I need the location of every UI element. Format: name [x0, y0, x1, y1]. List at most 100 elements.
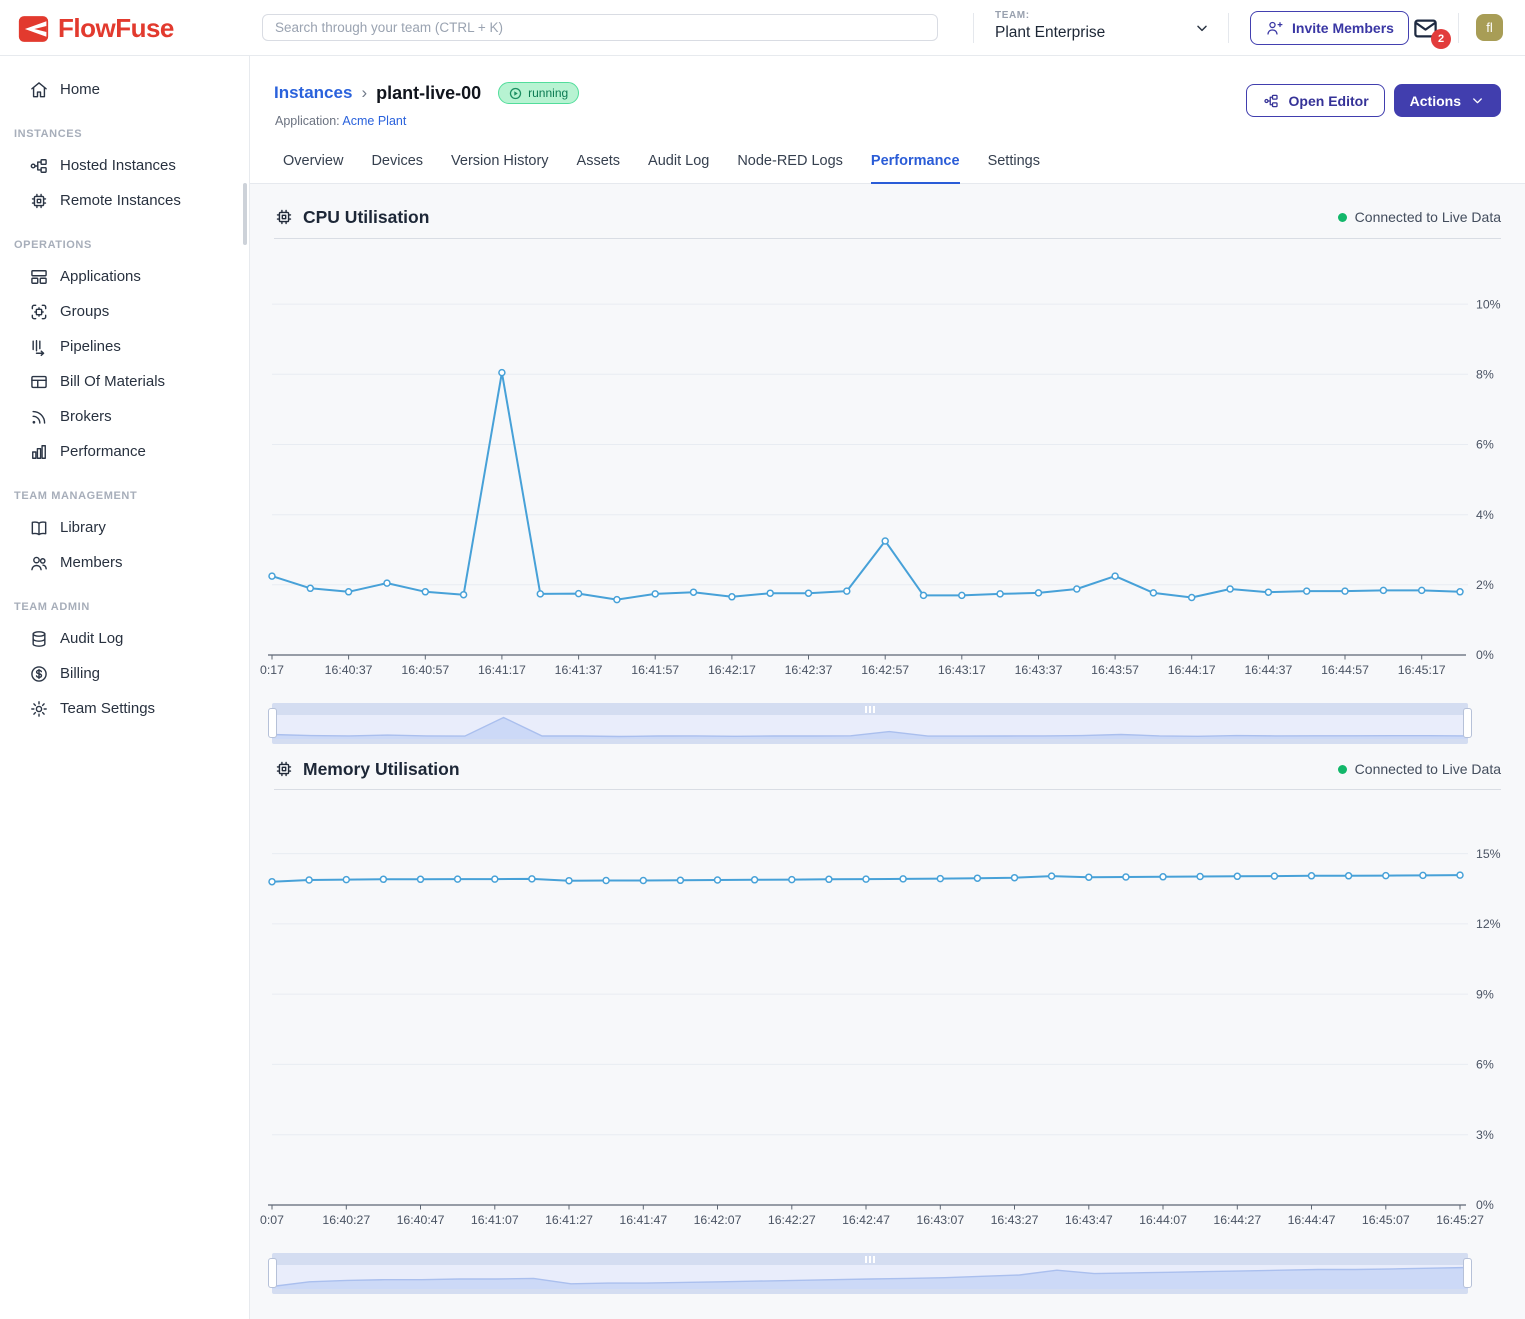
- svg-text:3%: 3%: [1476, 1128, 1494, 1142]
- breadcrumb: Instances › plant-live-00 running: [274, 82, 579, 104]
- sidebar-item-label: Applications: [60, 268, 141, 285]
- sidebar-scrollbar[interactable]: [243, 183, 247, 245]
- svg-text:16:41:57: 16:41:57: [631, 663, 679, 677]
- tab-audit-log[interactable]: Audit Log: [648, 153, 709, 183]
- tab-devices[interactable]: Devices: [371, 153, 423, 183]
- sidebar-item-label: Hosted Instances: [60, 157, 176, 174]
- cpu-range-left-handle[interactable]: [268, 708, 277, 738]
- svg-text:16:41:47: 16:41:47: [619, 1213, 667, 1227]
- remote-instances-icon: [29, 191, 49, 211]
- bill-of-materials-icon: [29, 372, 49, 392]
- svg-text:8%: 8%: [1476, 368, 1494, 382]
- topbar: FlowFuse TEAM: Plant Enterprise Invite M…: [0, 0, 1525, 56]
- svg-text:15%: 15%: [1476, 847, 1501, 861]
- application-label: Application:: [275, 114, 340, 128]
- svg-text:16:42:47: 16:42:47: [842, 1213, 890, 1227]
- breadcrumb-instances-link[interactable]: Instances: [274, 83, 352, 103]
- action-buttons: Open Editor Actions: [1246, 84, 1501, 117]
- svg-text:16:43:27: 16:43:27: [991, 1213, 1039, 1227]
- svg-text:4%: 4%: [1476, 508, 1494, 522]
- sidebar-item-library[interactable]: Library: [0, 510, 249, 545]
- sidebar-section-team-admin: TEAM ADMIN: [0, 580, 249, 621]
- invite-members-button[interactable]: Invite Members: [1250, 11, 1409, 45]
- svg-text:16:44:47: 16:44:47: [1288, 1213, 1336, 1227]
- sidebar-item-performance[interactable]: Performance: [0, 434, 249, 469]
- svg-text:16:42:27: 16:42:27: [768, 1213, 816, 1227]
- memory-range-left-handle[interactable]: [268, 1258, 277, 1288]
- svg-text:16:44:07: 16:44:07: [1139, 1213, 1187, 1227]
- sidebar-item-label: Remote Instances: [60, 192, 181, 209]
- tab-settings[interactable]: Settings: [988, 153, 1040, 183]
- tab-assets[interactable]: Assets: [577, 153, 621, 183]
- sidebar-item-hosted-instances[interactable]: Hosted Instances: [0, 148, 249, 183]
- sidebar-item-audit-log[interactable]: Audit Log: [0, 621, 249, 656]
- cpu-panel-header: CPU Utilisation Connected to Live Data: [274, 204, 1501, 230]
- sidebar-section-operations: OPERATIONS: [0, 218, 249, 259]
- cpu-range-right-handle[interactable]: [1463, 708, 1472, 738]
- sidebar-item-bill-of-materials[interactable]: Bill Of Materials: [0, 364, 249, 399]
- actions-button[interactable]: Actions: [1394, 84, 1501, 117]
- sidebar-item-label: Pipelines: [60, 338, 121, 355]
- open-editor-button[interactable]: Open Editor: [1246, 84, 1385, 117]
- notification-count-badge: 2: [1431, 29, 1451, 49]
- chevron-down-icon[interactable]: [1194, 20, 1210, 36]
- svg-text:16:43:17: 16:43:17: [938, 663, 986, 677]
- application-line: Application: Acme Plant: [275, 114, 406, 128]
- topbar-divider: [973, 13, 974, 43]
- drag-grip-icon[interactable]: [865, 1256, 875, 1263]
- svg-text:0:17: 0:17: [260, 663, 284, 677]
- breadcrumb-separator: ›: [361, 83, 367, 103]
- user-avatar[interactable]: fl: [1476, 14, 1503, 41]
- sidebar-item-members[interactable]: Members: [0, 545, 249, 580]
- tab-version-history[interactable]: Version History: [451, 153, 549, 183]
- sidebar-item-label: Brokers: [60, 408, 112, 425]
- team-selector[interactable]: TEAM: Plant Enterprise: [995, 10, 1105, 42]
- sidebar-item-billing[interactable]: Billing: [0, 656, 249, 691]
- flowfuse-logo-text: FlowFuse: [58, 13, 174, 44]
- actions-label: Actions: [1410, 93, 1461, 109]
- sidebar-item-groups[interactable]: Groups: [0, 294, 249, 329]
- memory-chart-range-slider[interactable]: [272, 1253, 1468, 1294]
- svg-text:16:43:07: 16:43:07: [916, 1213, 964, 1227]
- sidebar-item-label: Performance: [60, 443, 146, 460]
- tab-performance[interactable]: Performance: [871, 153, 960, 184]
- svg-text:16:43:37: 16:43:37: [1015, 663, 1063, 677]
- application-link[interactable]: Acme Plant: [342, 114, 406, 128]
- svg-text:6%: 6%: [1476, 438, 1494, 452]
- sidebar-item-team-settings[interactable]: Team Settings: [0, 691, 249, 726]
- svg-text:16:42:57: 16:42:57: [861, 663, 909, 677]
- invite-members-label: Invite Members: [1292, 20, 1394, 36]
- main-content: Instances › plant-live-00 running Applic…: [250, 56, 1525, 1319]
- live-status-label: Connected to Live Data: [1355, 761, 1501, 777]
- instance-name: plant-live-00: [376, 83, 481, 104]
- sidebar-item-label: Team Settings: [60, 700, 155, 717]
- svg-text:6%: 6%: [1476, 1058, 1494, 1072]
- sidebar-item-brokers[interactable]: Brokers: [0, 399, 249, 434]
- sidebar-item-pipelines[interactable]: Pipelines: [0, 329, 249, 364]
- tab-overview[interactable]: Overview: [283, 153, 343, 183]
- svg-text:9%: 9%: [1476, 987, 1494, 1001]
- drag-grip-icon[interactable]: [865, 706, 875, 713]
- svg-text:16:42:37: 16:42:37: [785, 663, 833, 677]
- svg-text:16:41:17: 16:41:17: [478, 663, 526, 677]
- svg-text:16:41:27: 16:41:27: [545, 1213, 593, 1227]
- sidebar-item-label: Bill Of Materials: [60, 373, 165, 390]
- memory-range-zoom-bar[interactable]: [272, 1253, 1468, 1265]
- memory-range-right-handle[interactable]: [1463, 1258, 1472, 1288]
- cpu-range-zoom-bar[interactable]: [272, 703, 1468, 715]
- sidebar-item-label: Billing: [60, 665, 100, 682]
- search-input[interactable]: [262, 14, 938, 41]
- billing-icon: [29, 664, 49, 684]
- performance-icon: [29, 442, 49, 462]
- flowfuse-logo[interactable]: FlowFuse: [18, 13, 174, 44]
- sidebar-item-home[interactable]: Home: [0, 72, 249, 107]
- sidebar-item-remote-instances[interactable]: Remote Instances: [0, 183, 249, 218]
- memory-panel-header: Memory Utilisation Connected to Live Dat…: [274, 756, 1501, 782]
- tab-node-red-logs[interactable]: Node-RED Logs: [737, 153, 843, 183]
- running-play-icon: [509, 87, 522, 100]
- memory-range-area: [272, 1265, 1468, 1289]
- panel-divider: [274, 238, 1501, 239]
- cpu-chart-range-slider[interactable]: [272, 703, 1468, 744]
- sidebar: HomeINSTANCESHosted InstancesRemote Inst…: [0, 56, 250, 1319]
- sidebar-item-applications[interactable]: Applications: [0, 259, 249, 294]
